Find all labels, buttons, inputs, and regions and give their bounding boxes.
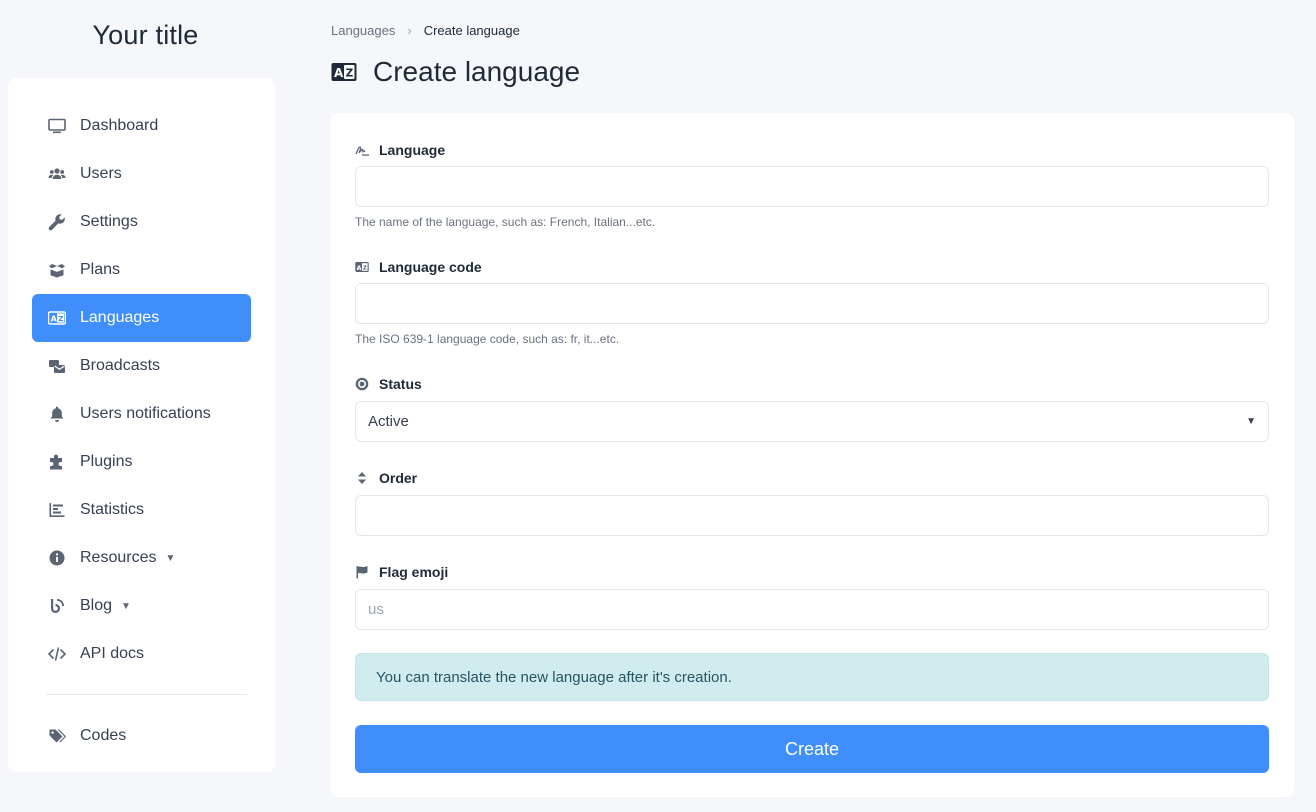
- svg-text:A: A: [51, 314, 58, 323]
- create-language-form: Language The name of the language, such …: [331, 113, 1294, 797]
- svg-text:Z: Z: [363, 266, 367, 272]
- language-code-help: The ISO 639-1 language code, such as: fr…: [355, 332, 620, 346]
- sidebar-item-label: Users: [80, 165, 122, 182]
- sidebar-item-label: Statistics: [80, 501, 145, 518]
- tags-icon: [48, 727, 66, 745]
- code-icon: [48, 645, 66, 663]
- flag-icon: [355, 565, 369, 579]
- monitor-icon: [48, 117, 66, 135]
- svg-text:A: A: [334, 66, 344, 80]
- sidebar-item-label: Users notifications: [80, 405, 211, 422]
- status-selected-value: Active: [368, 413, 409, 430]
- language-help: The name of the language, such as: Frenc…: [355, 215, 656, 229]
- status-label: Status: [355, 376, 422, 392]
- sidebar-item-label: Plugins: [80, 453, 133, 470]
- dot-circle-icon: [355, 377, 369, 391]
- chevron-right-icon: ›: [407, 23, 412, 38]
- svg-text:Z: Z: [58, 315, 63, 323]
- order-label: Order: [355, 470, 417, 486]
- app-title: Your title: [92, 20, 199, 50]
- signature-icon: [355, 143, 369, 157]
- sidebar-item-users[interactable]: Users: [32, 150, 251, 198]
- sidebar-item-statistics[interactable]: Statistics: [32, 486, 251, 534]
- sidebar-item-label: Settings: [80, 213, 138, 230]
- svg-text:A: A: [357, 264, 362, 272]
- chevron-down-icon: ▼: [1246, 416, 1256, 427]
- info-icon: [48, 549, 66, 567]
- language-icon: AZ: [48, 309, 66, 327]
- sort-icon: [355, 471, 369, 485]
- language-input[interactable]: [355, 166, 1269, 207]
- breadcrumb: Languages › Create language: [331, 23, 520, 38]
- svg-text:Z: Z: [346, 68, 354, 80]
- language-icon: AZ: [331, 62, 357, 82]
- flag-emoji-label: Flag emoji: [355, 564, 448, 580]
- breadcrumb-link-languages[interactable]: Languages: [331, 23, 395, 38]
- sidebar-item-label: Broadcasts: [80, 357, 161, 374]
- order-input[interactable]: [355, 495, 1269, 536]
- chart-icon: [48, 501, 66, 519]
- sidebar-item-dashboard[interactable]: Dashboard: [32, 102, 251, 150]
- sidebar: Dashboard Users Settings Plans AZ Langua…: [8, 78, 275, 772]
- sidebar-item-label: Dashboard: [80, 117, 159, 134]
- sidebar-item-plugins[interactable]: Plugins: [32, 438, 251, 486]
- sidebar-item-label: API docs: [80, 645, 145, 662]
- sidebar-item-label: Codes: [80, 727, 127, 744]
- sidebar-item-api-docs[interactable]: API docs: [32, 630, 251, 678]
- language-icon: AZ: [355, 260, 369, 274]
- sidebar-item-languages[interactable]: AZ Languages: [32, 294, 251, 342]
- chevron-down-icon: ▼: [165, 552, 176, 564]
- sidebar-item-resources[interactable]: Resources ▼: [32, 534, 251, 582]
- users-icon: [48, 165, 66, 183]
- flag-emoji-input[interactable]: [355, 589, 1269, 630]
- bell-icon: [48, 405, 66, 423]
- language-code-label: AZ Language code: [355, 259, 482, 275]
- box-icon: [48, 261, 66, 279]
- language-code-input[interactable]: [355, 283, 1269, 324]
- create-button[interactable]: Create: [355, 725, 1269, 773]
- sidebar-item-label: Languages: [80, 309, 160, 326]
- sidebar-item-codes[interactable]: Codes: [32, 712, 251, 760]
- sidebar-item-users-notifications[interactable]: Users notifications: [32, 390, 251, 438]
- breadcrumb-current: Create language: [423, 23, 520, 38]
- sidebar-item-blog[interactable]: Blog ▼: [32, 582, 251, 630]
- wrench-icon: [48, 213, 66, 231]
- sidebar-item-plans[interactable]: Plans: [32, 246, 251, 294]
- sidebar-item-label: Blog: [80, 597, 113, 614]
- page-title: Create language: [373, 56, 581, 87]
- info-alert: You can translate the new language after…: [355, 653, 1269, 701]
- language-label: Language: [355, 142, 445, 158]
- sidebar-item-settings[interactable]: Settings: [32, 198, 251, 246]
- status-select[interactable]: Active ▼: [355, 401, 1269, 442]
- page-header: AZ Create language: [331, 56, 580, 88]
- sidebar-item-broadcasts[interactable]: Broadcasts: [32, 342, 251, 390]
- mail-bulk-icon: [48, 357, 66, 375]
- sidebar-divider: [46, 694, 247, 695]
- puzzle-icon: [48, 453, 66, 471]
- chevron-down-icon: ▼: [121, 600, 131, 612]
- sidebar-item-label: Plans: [80, 261, 121, 278]
- blog-icon: [48, 597, 66, 615]
- sidebar-item-label: Resources: [80, 549, 157, 566]
